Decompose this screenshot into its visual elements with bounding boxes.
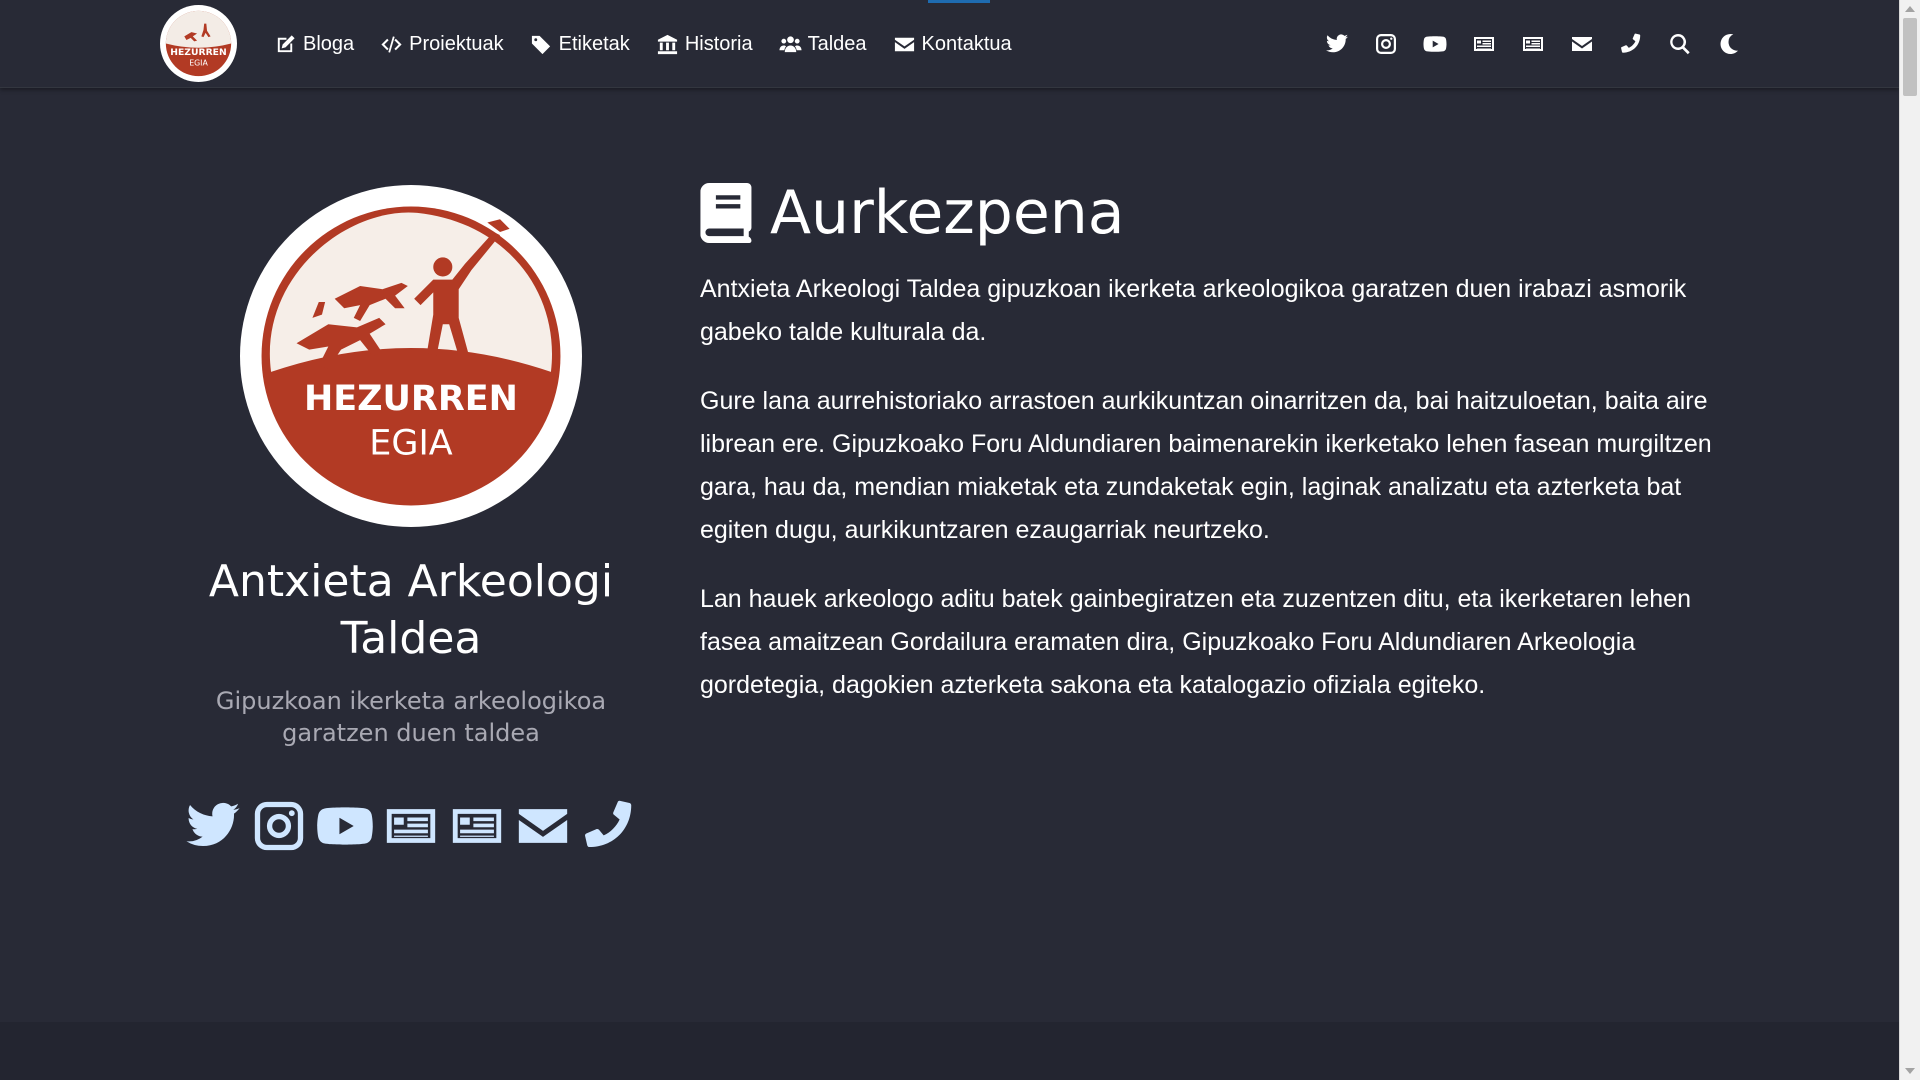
profile-name: Antxieta Arkeologi Taldea: [208, 556, 614, 664]
search-button[interactable]: [1668, 32, 1692, 56]
nav-links: Bloga Proiektuak Etiketak Historia Talde…: [274, 0, 1038, 88]
code-icon: [380, 33, 403, 56]
about-paragraph-2: Gure lana aurrehistoriako arrastoen aurk…: [700, 387, 1712, 544]
about-paragraph-1: Antxieta Arkeologi Taldea gipuzkoan iker…: [700, 275, 1687, 346]
phone-icon: [580, 797, 638, 855]
nav-link-proiektuak[interactable]: Proiektuak: [380, 33, 504, 56]
envelope-icon: [1570, 32, 1594, 56]
search-icon: [1668, 32, 1692, 56]
nav-link-label: Historia: [684, 32, 753, 55]
hezurren-egia-logo: HEZURREN EGIA: [165, 10, 232, 77]
nav-link-label: Proiektuak: [409, 32, 504, 55]
logo-text-line1: HEZURREN: [170, 47, 226, 58]
museum-icon: [656, 33, 679, 56]
profile-card: HEZURREN EGIA Antxieta Arkeologi Taldea …: [160, 185, 662, 855]
footer: [0, 1022, 1899, 1080]
profile-social-links: [160, 797, 662, 855]
scroll-up-arrow-icon[interactable]: [1905, 6, 1915, 12]
profile-newspaper-link-1[interactable]: [382, 797, 440, 855]
profile-twitter-link[interactable]: [184, 797, 242, 855]
nav-link-etiketak[interactable]: Etiketak: [530, 33, 630, 56]
logo-text-line2: EGIA: [189, 59, 208, 68]
nav-instagram-link[interactable]: [1374, 32, 1398, 56]
about-paragraph-3: Lan hauek arkeologo aditu batek gainbegi…: [700, 585, 1691, 699]
newspaper-icon: [1472, 32, 1496, 56]
theme-toggle-button[interactable]: [1717, 32, 1741, 56]
youtube-icon: [1423, 32, 1447, 56]
profile-phone-link[interactable]: [580, 797, 638, 855]
nav-youtube-link[interactable]: [1423, 32, 1447, 56]
edit-icon: [274, 33, 297, 56]
nav-newspaper-link-1[interactable]: [1472, 32, 1496, 56]
about-section: Aurkezpena Antxieta Arkeologi Taldea gip…: [700, 178, 1740, 733]
newspaper-icon: [382, 797, 440, 855]
page-scrollbar[interactable]: [1899, 0, 1920, 1080]
twitter-icon: [1325, 32, 1349, 56]
tags-icon: [530, 33, 553, 56]
moon-icon: [1717, 32, 1741, 56]
twitter-icon: [184, 797, 242, 855]
nav-link-label: Etiketak: [558, 32, 630, 55]
profile-newspaper-link-2[interactable]: [448, 797, 506, 855]
profile-tagline: Gipuzkoan ikerketa arkeologikoa garatzen…: [215, 687, 607, 747]
book-icon: [700, 183, 754, 243]
nav-email-link[interactable]: [1570, 32, 1594, 56]
profile-instagram-link[interactable]: [250, 797, 308, 855]
nav-link-historia[interactable]: Historia: [656, 33, 753, 56]
logo-text-line2: EGIA: [369, 424, 453, 464]
envelope-icon: [514, 797, 572, 855]
nav-social-icons: [1300, 0, 1741, 88]
logo-text-line1: HEZURREN: [304, 379, 518, 419]
profile-email-link[interactable]: [514, 797, 572, 855]
nav-link-label: Kontaktua: [921, 32, 1012, 55]
phone-icon: [1619, 32, 1643, 56]
nav-newspaper-link-2[interactable]: [1521, 32, 1545, 56]
hezurren-egia-logo-large: HEZURREN EGIA: [261, 206, 561, 506]
navbar: HEZURREN EGIA Bloga Proiektuak Etiketak …: [0, 0, 1899, 88]
nav-link-kontaktua[interactable]: Kontaktua: [893, 33, 1012, 56]
envelope-icon: [893, 33, 916, 56]
youtube-icon: [316, 797, 374, 855]
nav-link-bloga[interactable]: Bloga: [274, 33, 354, 56]
site-logo[interactable]: HEZURREN EGIA: [160, 5, 237, 82]
page-title: Aurkezpena: [700, 178, 1740, 248]
nav-link-label: Taldea: [807, 32, 867, 55]
scrollbar-thumb[interactable]: [1903, 18, 1917, 96]
nav-twitter-link[interactable]: [1325, 32, 1349, 56]
avatar: HEZURREN EGIA: [240, 185, 582, 527]
nav-phone-link[interactable]: [1619, 32, 1643, 56]
instagram-icon: [1374, 32, 1398, 56]
users-icon: [779, 33, 802, 56]
instagram-icon: [250, 797, 308, 855]
nav-link-taldea[interactable]: Taldea: [779, 33, 867, 56]
profile-youtube-link[interactable]: [316, 797, 374, 855]
nav-link-label: Bloga: [303, 32, 355, 55]
page-title-text: Aurkezpena: [770, 178, 1125, 248]
scroll-down-arrow-icon[interactable]: [1905, 1068, 1915, 1074]
newspaper-icon: [448, 797, 506, 855]
newspaper-icon: [1521, 32, 1545, 56]
